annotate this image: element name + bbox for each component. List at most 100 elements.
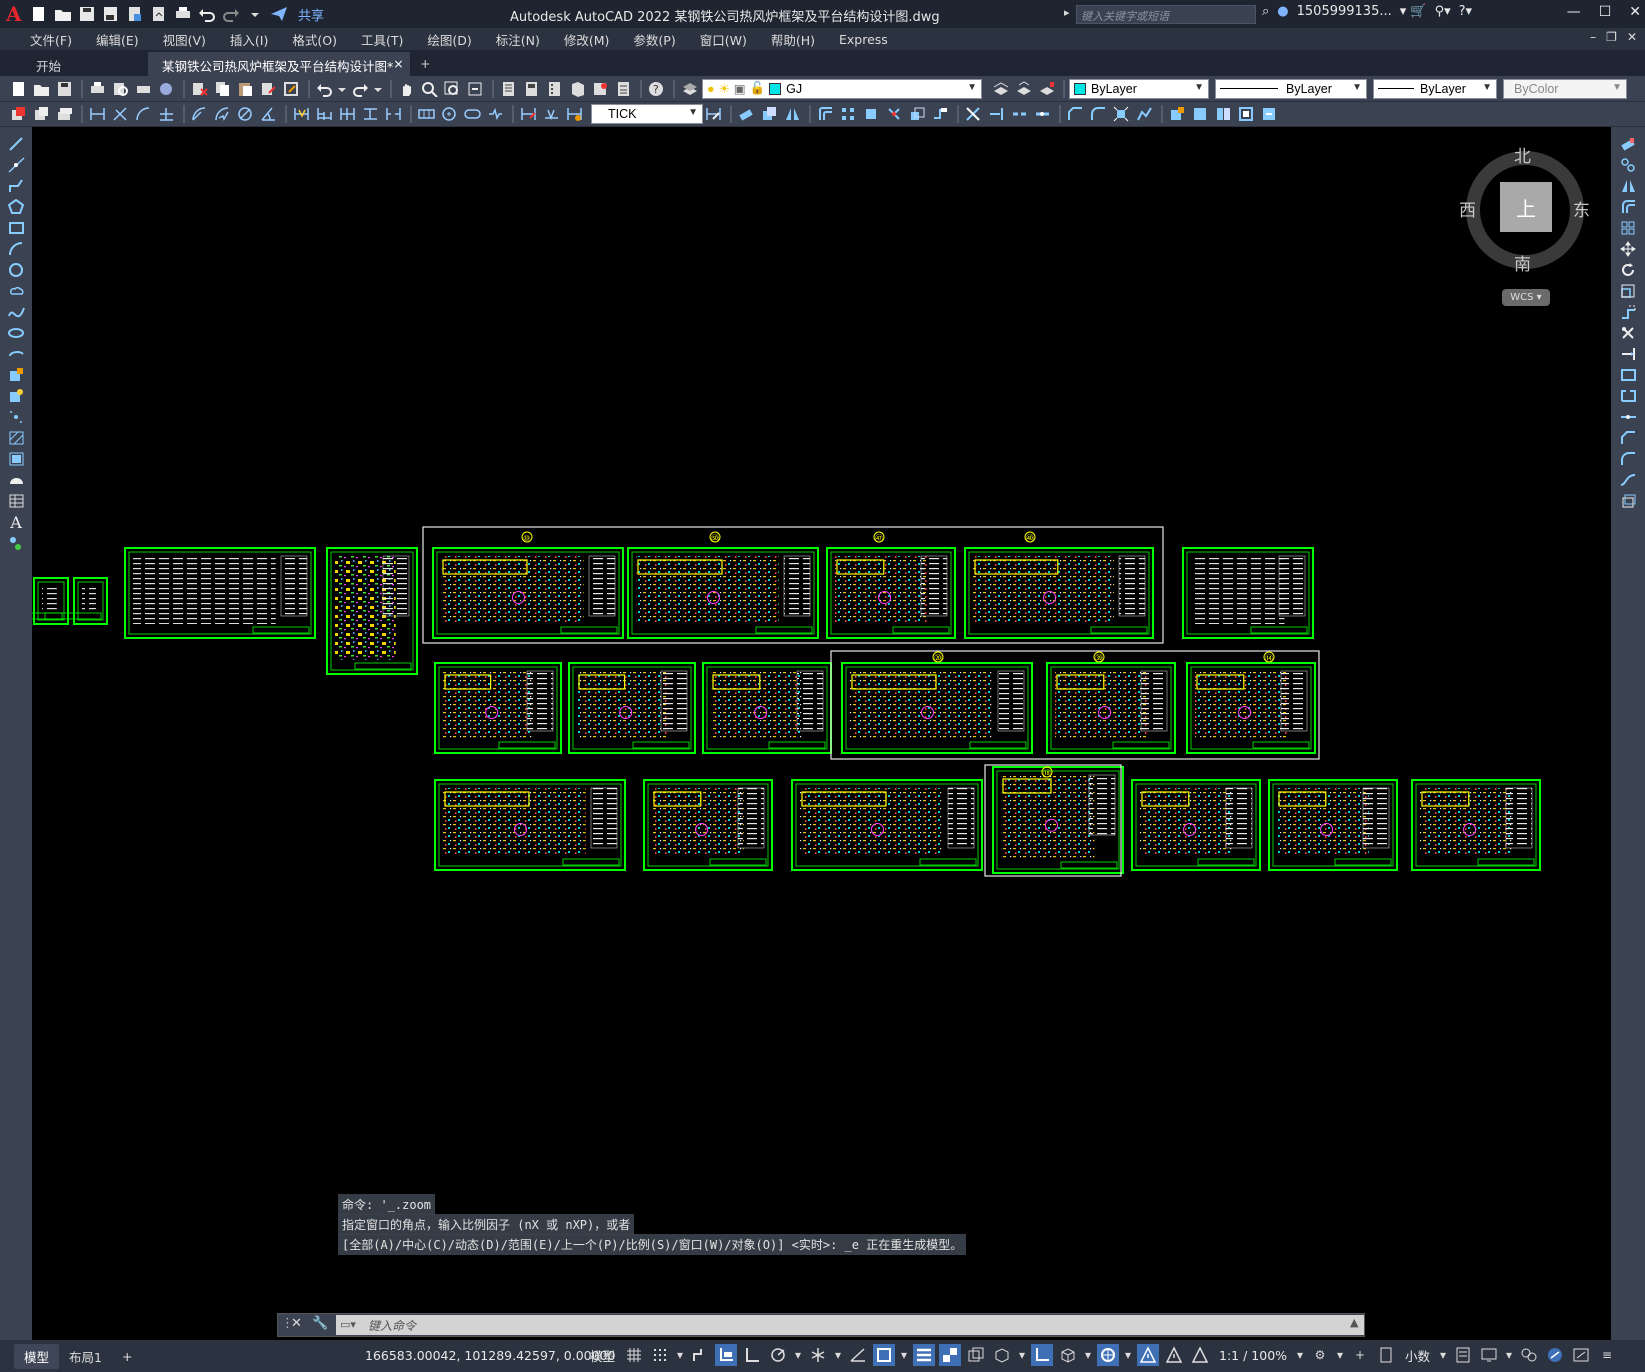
trim-icon[interactable] (1616, 323, 1640, 343)
lock-ui-icon[interactable] (1478, 1344, 1500, 1366)
doc-close-icon[interactable]: ✕ (1627, 30, 1637, 44)
gizmo-dropdown-icon[interactable]: ▾ (1123, 1344, 1133, 1366)
stretch-icon[interactable] (930, 105, 950, 123)
annotation-scale-value[interactable]: 1:1 / 100% (1215, 1348, 1291, 1363)
coordinate-readout[interactable]: 166583.00042, 101289.42597, 0.00000 (365, 1348, 616, 1363)
3d-osnap-dropdown-icon[interactable]: ▾ (1017, 1344, 1027, 1366)
zoom-window-icon[interactable] (442, 80, 462, 98)
fillet-icon[interactable] (1616, 449, 1640, 469)
3dprint-icon[interactable] (156, 80, 176, 98)
erase-icon[interactable] (736, 105, 756, 123)
isolate-objects-icon[interactable] (1518, 1344, 1540, 1366)
share-icon[interactable] (270, 6, 288, 22)
new-tab-button[interactable]: + (410, 52, 440, 76)
doc-minimize-icon[interactable]: – (1590, 30, 1596, 44)
dim-radius-icon[interactable] (189, 105, 209, 123)
tab-close-icon[interactable]: × (393, 56, 403, 72)
viewcube-west[interactable]: 西 (1459, 196, 1476, 221)
menu-edit[interactable]: 编辑(E) (84, 30, 151, 49)
menu-insert[interactable]: 插入(I) (218, 30, 280, 49)
customize-dropdown-icon[interactable] (246, 6, 264, 22)
dimstyle-dropdown[interactable]: TICK ▼ (591, 104, 703, 124)
auto-scale-icon[interactable] (1163, 1344, 1185, 1366)
ellipse-arc-icon[interactable] (4, 344, 28, 364)
dim-ordinate-icon[interactable] (156, 105, 176, 123)
save-to-web-icon[interactable] (150, 6, 168, 22)
dim-text-edit-icon[interactable] (541, 105, 561, 123)
close-icon[interactable]: ✕ (291, 1316, 302, 1331)
publish-icon[interactable] (133, 80, 153, 98)
table-icon[interactable] (4, 491, 28, 511)
pan-icon[interactable] (396, 80, 416, 98)
plot-icon[interactable] (87, 80, 107, 98)
clean-screen-icon[interactable] (1570, 1344, 1592, 1366)
dim-angular-icon[interactable] (258, 105, 278, 123)
zoom-realtime-icon[interactable] (419, 80, 439, 98)
spline-icon[interactable] (4, 302, 28, 322)
layer-on-icon[interactable]: ● (707, 82, 715, 96)
lineweight-icon[interactable] (913, 1344, 936, 1366)
break-icon[interactable] (1616, 386, 1640, 406)
save-icon[interactable] (78, 6, 96, 22)
viewcube-north[interactable]: 北 (1514, 142, 1531, 167)
search-input[interactable]: 键入关键字或短语 (1076, 5, 1256, 24)
quick-properties-icon[interactable] (1452, 1344, 1474, 1366)
open-file-icon[interactable] (54, 6, 72, 22)
create-block-icon[interactable] (1190, 105, 1210, 123)
jogged-linear-icon[interactable] (485, 105, 505, 123)
dim-continue-icon[interactable] (337, 105, 357, 123)
undo-icon[interactable] (198, 6, 216, 22)
join-icon[interactable] (1032, 105, 1052, 123)
search-arrow-icon[interactable]: ▸ (1064, 6, 1070, 19)
menu-dimension[interactable]: 标注(N) (484, 30, 552, 49)
redo-icon[interactable] (350, 80, 370, 98)
redo-dropdown-icon[interactable] (373, 80, 383, 98)
quickcalc-icon[interactable] (613, 80, 633, 98)
menu-draw[interactable]: 绘图(D) (415, 30, 483, 49)
dim-aligned-icon[interactable] (110, 105, 130, 123)
arc-icon[interactable] (4, 239, 28, 259)
app-logo[interactable]: A (6, 4, 24, 24)
hardware-acceleration-icon[interactable] (1544, 1344, 1566, 1366)
array-icon[interactable] (1616, 218, 1640, 238)
paste-icon[interactable] (235, 80, 255, 98)
sheet-set-icon[interactable] (567, 80, 587, 98)
attach-xref-icon[interactable] (1213, 105, 1233, 123)
dim-arc-icon[interactable] (133, 105, 153, 123)
annotation-scale-icon[interactable] (1189, 1344, 1211, 1366)
plot-icon[interactable] (174, 6, 192, 22)
design-center-icon[interactable] (521, 80, 541, 98)
selection-cycling-icon[interactable] (965, 1344, 987, 1366)
multiline-text-icon[interactable]: A (4, 512, 28, 532)
plot-preview-icon[interactable] (110, 80, 130, 98)
undo-icon[interactable] (314, 80, 334, 98)
mirror-icon[interactable] (782, 105, 802, 123)
chevron-down-icon[interactable]: ▼ (688, 107, 698, 118)
help-icon[interactable]: ?▾ (1459, 4, 1472, 19)
dim-jogged-icon[interactable] (212, 105, 232, 123)
extend-icon[interactable] (1616, 344, 1640, 364)
layer-lock-icon[interactable]: 🔓 (750, 81, 766, 96)
polar-dropdown-icon[interactable]: ▾ (793, 1344, 803, 1366)
menu-format[interactable]: 格式(O) (280, 30, 349, 49)
snap-icon[interactable] (649, 1344, 671, 1366)
isodraft-icon[interactable] (807, 1344, 829, 1366)
menu-tools[interactable]: 工具(T) (349, 30, 415, 49)
annotation-visibility-icon[interactable] (1137, 1344, 1160, 1366)
gradient-icon[interactable] (4, 449, 28, 469)
rotate-icon[interactable] (884, 105, 904, 123)
scale-icon[interactable] (907, 105, 927, 123)
draworder-icon[interactable] (8, 105, 28, 123)
layer-state-icon[interactable] (1036, 80, 1056, 98)
copy-icon[interactable] (212, 80, 232, 98)
grid-icon[interactable] (623, 1344, 645, 1366)
menu-file[interactable]: 文件(F) (18, 30, 84, 49)
workspace-gear-icon[interactable]: ⚙ (1309, 1344, 1331, 1366)
polar-icon[interactable] (767, 1344, 789, 1366)
viewcube-south[interactable]: 南 (1514, 250, 1531, 275)
workspace-dropdown-icon[interactable]: ▾ (1335, 1344, 1345, 1366)
layer-viewport-icon[interactable]: ▣ (734, 81, 746, 96)
offset-icon[interactable] (815, 105, 835, 123)
hatch-icon[interactable] (4, 428, 28, 448)
user-icon[interactable]: ● (1277, 4, 1288, 19)
